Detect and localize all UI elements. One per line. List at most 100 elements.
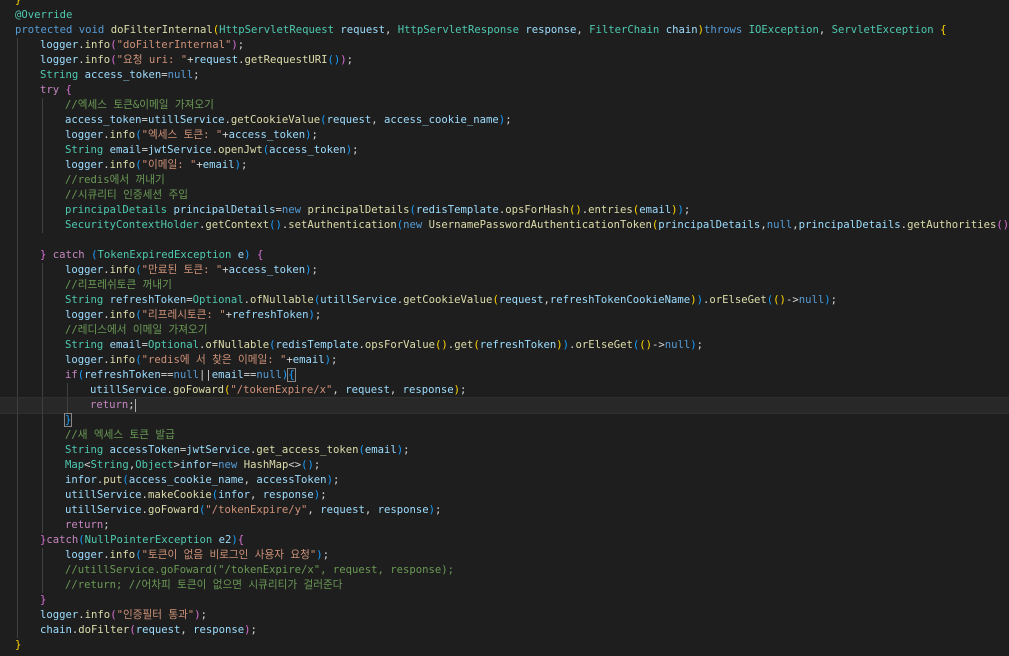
code-line[interactable]: protected void doFilterInternal(HttpServ… xyxy=(0,23,1009,38)
code-line[interactable]: infor.put(access_cookie_name, accessToke… xyxy=(0,473,1009,488)
indent-guide xyxy=(17,143,18,158)
code-line[interactable]: logger.info("토큰이 없음 비로그인 사용자 요청"); xyxy=(0,548,1009,563)
code-token: , xyxy=(818,24,832,36)
code-token: e2 xyxy=(218,534,232,546)
code-line[interactable]: } xyxy=(0,593,1009,608)
indent-guide xyxy=(17,248,18,263)
indent-guide xyxy=(17,53,18,68)
code-line[interactable]: logger.info("이메일: "+email); xyxy=(0,158,1009,173)
indent-guide xyxy=(42,143,43,158)
code-line[interactable]: utillService.goFoward("/tokenExpire/y", … xyxy=(0,503,1009,518)
code-line[interactable]: }catch(NullPointerException e2){ xyxy=(0,533,1009,548)
indent-guide xyxy=(17,308,18,323)
code-line[interactable] xyxy=(0,233,1009,248)
code-token: String xyxy=(65,294,104,306)
code-line[interactable]: //엑세스 토큰&이메일 가져오기 xyxy=(0,98,1009,113)
code-token: doFilter xyxy=(78,624,130,636)
code-token: access_token xyxy=(84,69,162,81)
code-line[interactable]: //return; //어차피 토큰이 없으면 시큐리티가 걸러준다 xyxy=(0,578,1009,593)
code-line[interactable]: } xyxy=(0,413,1009,428)
code-line[interactable]: chain.doFilter(request, response); xyxy=(0,623,1009,638)
code-line[interactable]: SecurityContextHolder.getContext().setAu… xyxy=(0,218,1009,233)
code-line[interactable]: } catch (TokenExpiredException e) { xyxy=(0,248,1009,263)
code-token: ; xyxy=(505,114,512,126)
code-token: goFoward xyxy=(172,384,224,396)
code-line[interactable]: try { xyxy=(0,83,1009,98)
code-line[interactable]: return; xyxy=(0,518,1009,533)
code-line[interactable]: logger.info("만료된 토큰: "+access_token); xyxy=(0,263,1009,278)
indent-guide xyxy=(17,533,18,548)
indent-guide xyxy=(42,473,43,488)
code-token: access_cookie_name xyxy=(128,474,244,486)
indent-guide xyxy=(17,503,18,518)
code-line[interactable]: String access_token=null; xyxy=(0,68,1009,83)
code-token: info xyxy=(84,39,111,51)
code-line[interactable]: logger.info("redis에 서 찾은 이메일: "+email); xyxy=(0,353,1009,368)
code-line[interactable]: utillService.makeCookie(infor, response)… xyxy=(0,488,1009,503)
code-line[interactable]: access_token=utillService.getCookieValue… xyxy=(0,113,1009,128)
code-token: //utillService.goFoward("/tokenExpire/x"… xyxy=(65,564,455,576)
code-token: request xyxy=(193,54,239,66)
code-token: , xyxy=(307,504,321,516)
indent-guide xyxy=(42,383,43,398)
code-line[interactable]: logger.info("인증필터 통과"); xyxy=(0,608,1009,623)
indent-guide xyxy=(17,398,18,413)
code-line[interactable]: String email=Optional.ofNullable(redisTe… xyxy=(0,338,1009,353)
code-token: , xyxy=(389,384,403,396)
code-line[interactable]: //레디스에서 이메일 가져오기 xyxy=(0,323,1009,338)
code-line[interactable]: } xyxy=(0,638,1009,653)
code-line[interactable]: //새 엑세스 토큰 발급 xyxy=(0,428,1009,443)
code-line[interactable]: String accessToken=jwtService.get_access… xyxy=(0,443,1009,458)
code-token: principalDetails xyxy=(173,204,276,216)
code-token: openJwt xyxy=(218,144,263,156)
code-token: ; xyxy=(250,624,257,636)
code-line[interactable]: String refreshToken=Optional.ofNullable(… xyxy=(0,293,1009,308)
indent-guide xyxy=(17,608,18,623)
code-line[interactable]: Map<String,Object>infor=new HashMap<>(); xyxy=(0,458,1009,473)
code-token: chain xyxy=(40,624,72,636)
code-line[interactable]: logger.info("리프레시토큰: "+refreshToken); xyxy=(0,308,1009,323)
indent-guide xyxy=(42,578,43,593)
code-token: response xyxy=(525,24,577,36)
code-token: request xyxy=(135,624,181,636)
code-line[interactable]: if(refreshToken==null||email==null){ xyxy=(0,368,1009,383)
code-line[interactable]: logger.info("요청 uri: "+request.getReques… xyxy=(0,53,1009,68)
code-token: refreshTokenCookieName xyxy=(549,294,691,306)
code-token: email xyxy=(109,144,142,156)
code-editor[interactable]: } @Override protected void doFilterInterna… xyxy=(0,0,1009,656)
code-line[interactable]: //redis에서 꺼내기 xyxy=(0,173,1009,188)
code-token: ; xyxy=(314,309,322,321)
code-line[interactable]: logger.info("doFilterInternal"); xyxy=(0,38,1009,53)
code-token: info xyxy=(109,159,136,171)
code-token: null xyxy=(173,369,199,381)
indent-guide xyxy=(42,323,43,338)
indent-guide xyxy=(17,458,18,473)
code-token: //return; //어차피 토큰이 없으면 시큐리티가 걸러준다 xyxy=(65,579,343,591)
code-line[interactable]: //시큐리티 인증세션 주입 xyxy=(0,188,1009,203)
code-line[interactable]: return; xyxy=(0,397,1009,414)
code-token: email xyxy=(364,444,397,456)
indent-guide xyxy=(42,218,43,233)
code-token: () xyxy=(639,339,652,351)
code-line[interactable]: //utillService.goFoward("/tokenExpire/x"… xyxy=(0,563,1009,578)
code-token: orElseGet xyxy=(709,294,767,306)
code-token: String xyxy=(65,144,104,156)
code-token: } xyxy=(15,639,22,651)
code-line[interactable]: @Override xyxy=(0,8,1009,23)
code-line[interactable]: logger.info("엑세스 토큰: "+access_token); xyxy=(0,128,1009,143)
code-token: Optional xyxy=(192,294,244,306)
code-line[interactable]: //리프레쉬토큰 꺼내기 xyxy=(0,278,1009,293)
text-cursor xyxy=(134,398,136,412)
indent-guide xyxy=(17,488,18,503)
code-line[interactable]: principalDetails principalDetails=new pr… xyxy=(0,203,1009,218)
code-token: get_access_token xyxy=(256,444,359,456)
code-token: -> xyxy=(785,294,799,306)
code-token: put xyxy=(103,474,123,486)
indent-guide xyxy=(17,593,18,608)
indent-guide xyxy=(17,323,18,338)
code-line[interactable]: String email=jwtService.openJwt(access_t… xyxy=(0,143,1009,158)
code-line[interactable]: utillService.goFoward("/tokenExpire/x", … xyxy=(0,383,1009,398)
code-line[interactable]: } xyxy=(0,0,1009,8)
indent-guide xyxy=(17,383,18,398)
code-token: Optional xyxy=(147,339,199,351)
